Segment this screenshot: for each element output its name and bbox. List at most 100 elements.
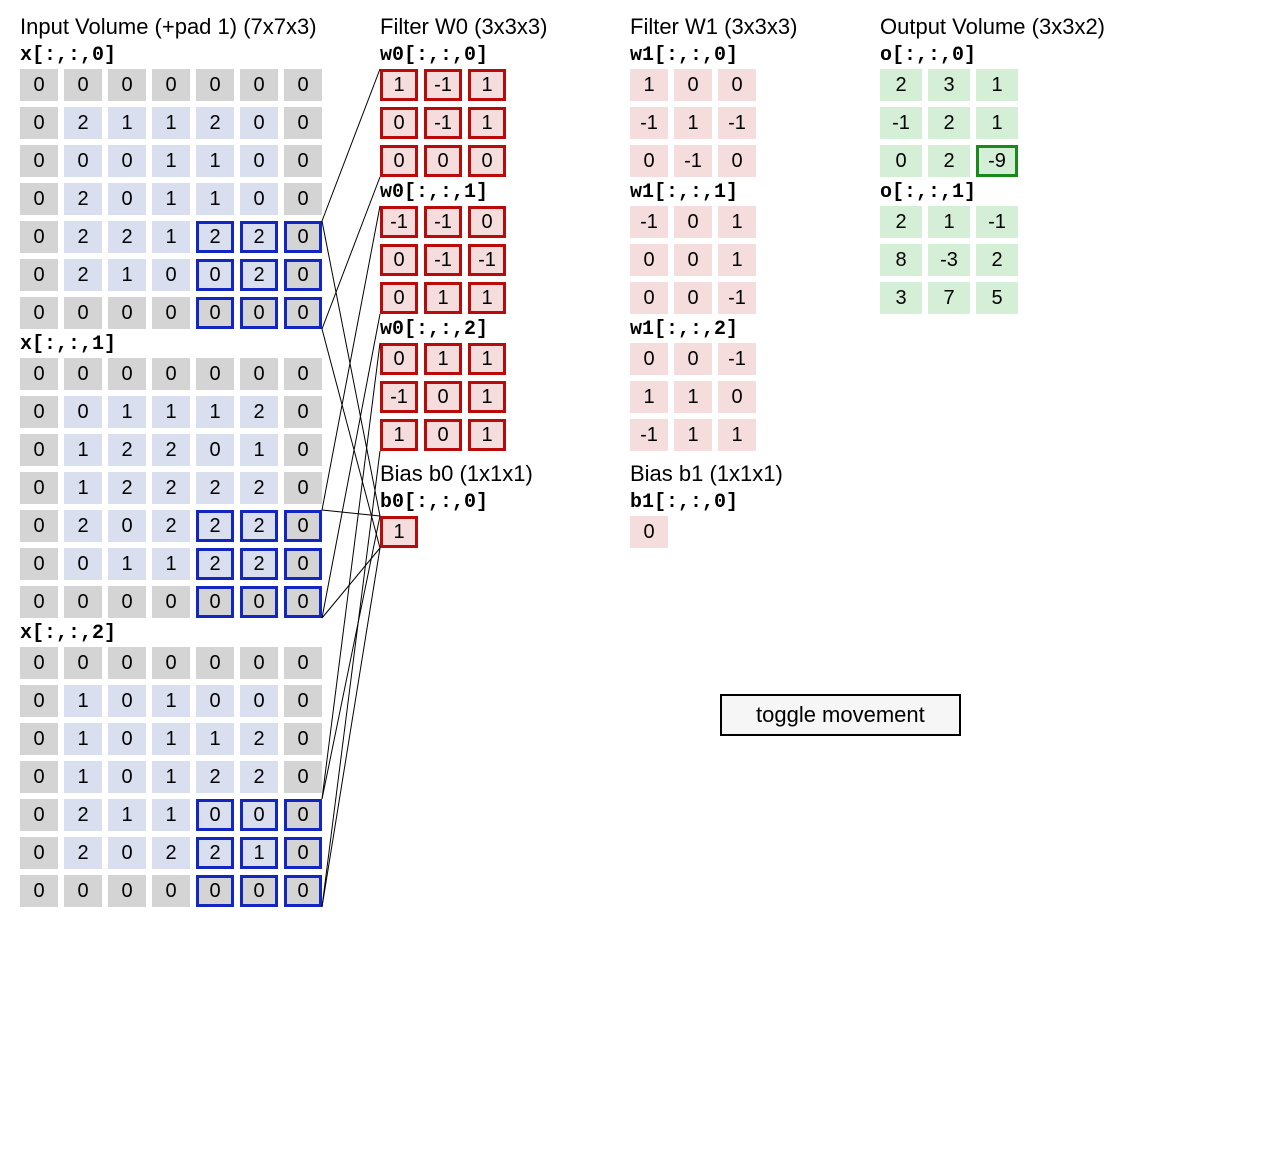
input-cell: 0 bbox=[284, 510, 322, 542]
output-cell: 5 bbox=[976, 282, 1018, 314]
input-cell: 0 bbox=[284, 183, 322, 215]
input-cell: 0 bbox=[20, 837, 58, 869]
input-cell: 0 bbox=[284, 761, 322, 793]
input-cell: 0 bbox=[196, 685, 234, 717]
input-cell: 2 bbox=[152, 434, 190, 466]
input-cell: 0 bbox=[108, 647, 146, 679]
b1-label: b1[:,:,0] bbox=[630, 491, 797, 514]
output-cell: 1 bbox=[976, 69, 1018, 101]
w0-cell: 0 bbox=[424, 419, 462, 451]
input-cell: 0 bbox=[64, 586, 102, 618]
w0-cell: 0 bbox=[380, 107, 418, 139]
input-cell: 0 bbox=[152, 586, 190, 618]
w0-cell: 1 bbox=[468, 69, 506, 101]
w1-cell: 1 bbox=[630, 69, 668, 101]
input-cell: 0 bbox=[20, 145, 58, 177]
input-cell: 0 bbox=[152, 297, 190, 329]
input-column: Input Volume (+pad 1) (7x7x3) x[:,:,0]00… bbox=[20, 14, 322, 911]
w1-cell: 0 bbox=[630, 244, 668, 276]
output-slice-label: o[:,:,1] bbox=[880, 181, 1105, 204]
w0-cell: 1 bbox=[424, 282, 462, 314]
input-cell: 0 bbox=[196, 586, 234, 618]
input-cell: 0 bbox=[152, 647, 190, 679]
input-cell: 0 bbox=[64, 358, 102, 390]
input-cell: 1 bbox=[152, 685, 190, 717]
input-cell: 1 bbox=[108, 396, 146, 428]
input-cell: 0 bbox=[108, 297, 146, 329]
input-cell: 0 bbox=[240, 183, 278, 215]
input-cell: 1 bbox=[152, 183, 190, 215]
w1-cell: -1 bbox=[718, 282, 756, 314]
input-cell: 0 bbox=[108, 510, 146, 542]
input-cell: 0 bbox=[20, 685, 58, 717]
input-cell: 2 bbox=[64, 221, 102, 253]
input-cell: 0 bbox=[240, 685, 278, 717]
input-cell: 0 bbox=[284, 685, 322, 717]
input-cell: 2 bbox=[240, 259, 278, 291]
w1-cell: 0 bbox=[674, 244, 712, 276]
input-cell: 0 bbox=[20, 297, 58, 329]
input-cell: 1 bbox=[152, 799, 190, 831]
input-cell: 0 bbox=[240, 69, 278, 101]
input-cell: 2 bbox=[64, 799, 102, 831]
input-cell: 0 bbox=[108, 875, 146, 907]
w1-cell: 1 bbox=[674, 107, 712, 139]
b1-cell: 0 bbox=[630, 516, 668, 548]
input-cell: 0 bbox=[240, 297, 278, 329]
input-cell: 2 bbox=[196, 472, 234, 504]
input-cell: 1 bbox=[196, 723, 234, 755]
input-cell: 2 bbox=[64, 837, 102, 869]
input-cell: 0 bbox=[196, 358, 234, 390]
input-cell: 0 bbox=[20, 472, 58, 504]
input-cell: 0 bbox=[196, 259, 234, 291]
input-cell: 0 bbox=[108, 761, 146, 793]
w1-cell: 0 bbox=[718, 381, 756, 413]
input-cell: 0 bbox=[20, 586, 58, 618]
input-cell: 1 bbox=[152, 107, 190, 139]
w0-cell: 0 bbox=[380, 244, 418, 276]
input-cell: 2 bbox=[108, 434, 146, 466]
input-cell: 0 bbox=[196, 647, 234, 679]
input-cell: 0 bbox=[64, 396, 102, 428]
input-cell: 1 bbox=[64, 434, 102, 466]
w1-slice-label: w1[:,:,0] bbox=[630, 44, 797, 67]
input-slice-label: x[:,:,0] bbox=[20, 44, 322, 67]
w0-slice-label: w0[:,:,1] bbox=[380, 181, 547, 204]
w0-cell: 1 bbox=[424, 343, 462, 375]
input-cell: 0 bbox=[284, 837, 322, 869]
input-cell: 0 bbox=[284, 472, 322, 504]
input-cell: 0 bbox=[240, 586, 278, 618]
input-cell: 0 bbox=[20, 761, 58, 793]
toggle-movement-button[interactable]: toggle movement bbox=[720, 694, 961, 736]
w0-cell: -1 bbox=[424, 107, 462, 139]
w0-cell: -1 bbox=[424, 206, 462, 238]
input-cell: 2 bbox=[196, 548, 234, 580]
input-cell: 0 bbox=[64, 548, 102, 580]
input-cell: 0 bbox=[64, 145, 102, 177]
input-cell: 1 bbox=[152, 145, 190, 177]
input-cell: 1 bbox=[64, 761, 102, 793]
input-cell: 2 bbox=[152, 510, 190, 542]
input-cell: 0 bbox=[64, 647, 102, 679]
w0-cell: 0 bbox=[380, 343, 418, 375]
input-cell: 0 bbox=[240, 145, 278, 177]
input-cell: 0 bbox=[284, 396, 322, 428]
input-cell: 1 bbox=[196, 396, 234, 428]
output-cell: 3 bbox=[928, 69, 970, 101]
output-cell: -9 bbox=[976, 145, 1018, 177]
input-cell: 0 bbox=[240, 107, 278, 139]
w0-cell: -1 bbox=[424, 244, 462, 276]
w0-cell: -1 bbox=[468, 244, 506, 276]
input-cell: 0 bbox=[284, 434, 322, 466]
output-cell: 2 bbox=[880, 69, 922, 101]
b1-title: Bias b1 (1x1x1) bbox=[630, 461, 797, 487]
w1-cell: -1 bbox=[674, 145, 712, 177]
input-cell: 2 bbox=[152, 837, 190, 869]
input-cell: 0 bbox=[108, 685, 146, 717]
input-cell: 2 bbox=[240, 396, 278, 428]
input-cell: 0 bbox=[284, 875, 322, 907]
output-column: Output Volume (3x3x2) o[:,:,0]231-12102-… bbox=[880, 14, 1105, 318]
w1-cell: 0 bbox=[630, 282, 668, 314]
input-cell: 1 bbox=[108, 799, 146, 831]
input-cell: 2 bbox=[240, 221, 278, 253]
